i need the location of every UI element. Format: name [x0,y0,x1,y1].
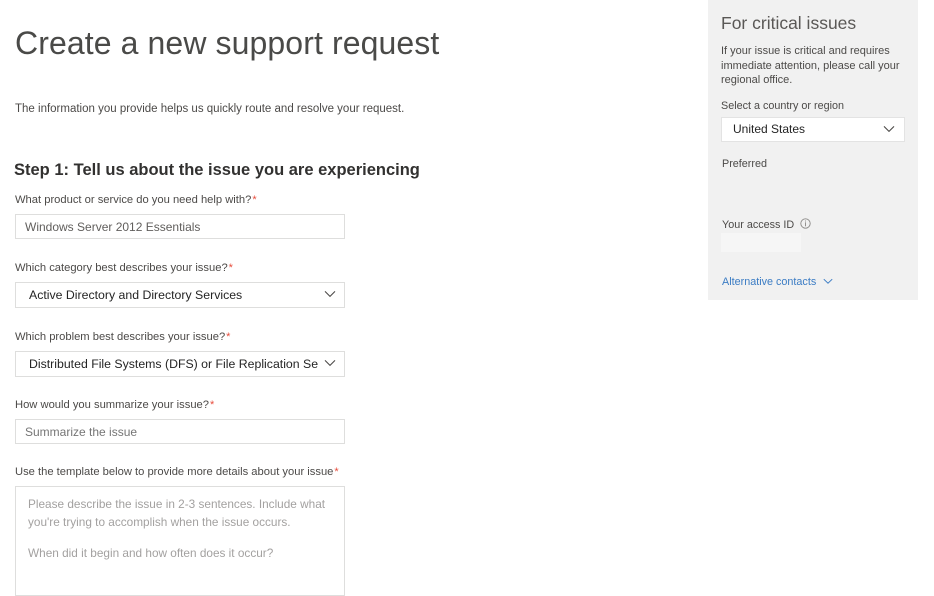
country-select[interactable]: United States [721,117,905,142]
alternative-contacts-link[interactable]: Alternative contacts [722,275,833,289]
field-problem: Which problem best describes your issue?… [15,330,345,377]
field-summary-label-text: How would you summarize your issue? [15,399,209,411]
problem-select[interactable]: Distributed File Systems (DFS) or File R… [15,351,345,377]
panel-title: For critical issues [721,11,856,35]
field-details-label: Use the template below to provide more d… [15,465,345,480]
details-placeholder-line-2: When did it begin and how often does it … [28,545,332,563]
chevron-down-icon [324,359,336,367]
chevron-down-icon [823,275,833,289]
access-id-value [721,233,801,252]
info-circle-icon[interactable] [800,218,811,233]
category-select-value: Active Directory and Directory Services [29,283,318,307]
access-id-label: Your access ID [722,218,811,233]
field-product-label-text: What product or service do you need help… [15,194,251,206]
required-asterisk: * [252,194,256,206]
field-problem-label-text: Which problem best describes your issue? [15,331,225,343]
panel-description: If your issue is critical and requires i… [721,44,903,88]
product-input[interactable] [15,214,345,239]
category-select[interactable]: Active Directory and Directory Services [15,282,345,308]
critical-issues-panel: For critical issues If your issue is cri… [708,0,918,300]
chevron-down-icon [883,125,895,133]
intro-text: The information you provide helps us qui… [15,101,404,117]
field-summary: How would you summarize your issue?* [15,398,345,444]
details-textarea[interactable]: Please describe the issue in 2-3 sentenc… [15,486,345,596]
field-details-label-text: Use the template below to provide more d… [15,466,333,478]
field-category-label-text: Which category best describes your issue… [15,262,228,274]
step-heading: Step 1: Tell us about the issue you are … [14,159,420,181]
required-asterisk: * [229,262,233,274]
summary-input[interactable] [15,419,345,444]
field-product: What product or service do you need help… [15,193,345,239]
details-placeholder-line-1: Please describe the issue in 2-3 sentenc… [28,496,332,531]
field-product-label: What product or service do you need help… [15,193,345,208]
chevron-down-icon [324,290,336,298]
access-id-label-text: Your access ID [722,219,794,231]
problem-select-value: Distributed File Systems (DFS) or File R… [29,352,318,376]
required-asterisk: * [210,399,214,411]
field-summary-label: How would you summarize your issue?* [15,398,345,413]
required-asterisk: * [334,466,338,478]
field-category-label: Which category best describes your issue… [15,261,345,276]
page-title: Create a new support request [15,22,439,64]
required-asterisk: * [226,331,230,343]
preferred-label: Preferred [722,157,767,171]
field-category: Which category best describes your issue… [15,261,345,308]
field-details: Use the template below to provide more d… [15,465,345,596]
alternative-contacts-label: Alternative contacts [722,276,816,288]
support-request-form: Create a new support request The informa… [0,0,700,562]
field-problem-label: Which problem best describes your issue?… [15,330,345,345]
country-select-label: Select a country or region [721,99,844,113]
country-select-value: United States [733,118,880,141]
